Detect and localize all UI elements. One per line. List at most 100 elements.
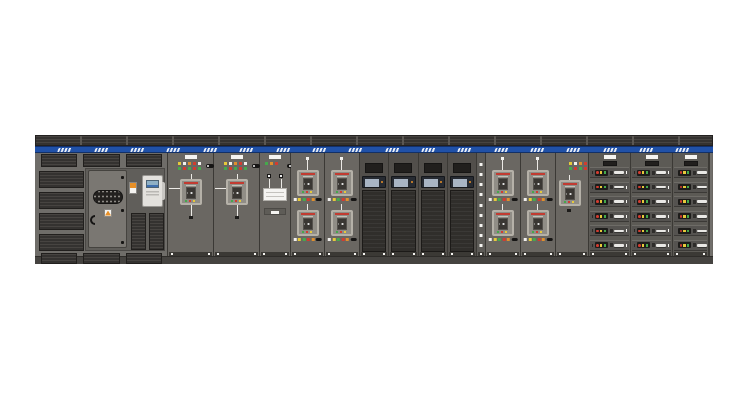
mcc-bucket [632,240,671,251]
breaker-handle [610,214,624,218]
breaker-handle [693,214,707,218]
bucket-lights [637,170,650,176]
indicator-lights [524,238,553,241]
drive-door [362,190,386,252]
mcc-bucket-stack [632,167,671,251]
mcc-bucket [590,211,629,222]
indicator-lights [489,198,518,201]
instrument-icon [279,174,283,178]
indicator-lights [293,238,322,241]
cabinet-door [88,170,127,248]
vent-slot-icon [424,163,442,173]
selector-switch [206,164,214,168]
breaker-handle [693,243,707,247]
mcc-bucket [590,167,629,178]
mcc-bucket [632,167,671,178]
clamp-icon [480,193,483,196]
display-screen [365,179,379,187]
clamp-icon [480,173,483,176]
breaker-handle [693,200,707,204]
drive-door [450,190,474,252]
brand-band [35,146,713,153]
vent-grille-icon [126,253,162,264]
mcc-bucket [674,240,707,251]
indicator-lights [328,198,357,201]
mimic-line [237,205,238,216]
breaker-handle [652,200,666,204]
mcc-bucket [632,211,671,222]
bucket-lights [678,228,691,234]
latch-icon [592,215,593,218]
mcc-column-3 [673,153,709,264]
air-circuit-breaker [226,179,248,205]
cabinet-lower-grilles [131,213,164,250]
bucket-lights [637,184,650,190]
feeder-bay-2 [325,153,360,264]
vent-slot-icon [394,163,412,173]
aux-device [129,182,137,194]
feeder-bay-3 [486,153,521,264]
drive-bay [389,153,418,264]
bucket-lights [595,228,608,234]
mcc-bucket [632,225,671,236]
vent-slot-icon [365,163,383,173]
label-tag [668,186,669,189]
vent-grille-icon [149,213,164,250]
bay-row [35,153,713,264]
bucket-lights [595,199,608,205]
small-panel [264,208,286,215]
vent-slot-icon [453,163,471,173]
bucket-lights [637,199,650,205]
breaker-handle [693,229,707,233]
mimic-terminal [235,216,239,219]
air-circuit-breaker [527,170,549,196]
latch-icon [592,200,593,203]
bucket-lights [678,213,691,219]
label-tag [626,200,627,203]
label-tag [668,200,669,203]
bucket-lights [595,242,608,248]
instrument-icon [267,174,271,178]
vent-grille-icon [41,154,77,167]
mcc-bucket [590,196,629,207]
mcc-bucket [674,225,707,236]
latch-icon [592,229,593,232]
breaker-bay-2 [214,153,260,264]
metering-device [263,188,287,201]
bucket-lights [637,242,650,248]
brand-logo-icon [530,148,544,152]
breaker-handle [610,229,624,233]
hinge-icon [121,241,124,244]
mcc-bucket [590,240,629,251]
drive-display [391,176,415,188]
air-circuit-breaker [180,179,202,205]
drive-bay [360,153,389,264]
air-circuit-breaker [559,180,581,206]
indicator-lights [524,198,553,201]
mcc-column-1 [589,153,631,264]
status-led [381,181,383,183]
mcc-bucket [590,225,629,236]
clamp-icon [480,234,483,237]
vent-grille-icon [126,154,162,167]
connector-vent-icon [93,190,123,204]
breaker-bay-1 [168,153,214,264]
breaker-handle [693,171,707,175]
power-meter [142,175,163,207]
label-tag [626,244,627,247]
mcc-column-2 [631,153,673,264]
latch-icon [634,171,635,174]
clamp-icon [480,214,483,217]
breaker-handle [652,171,666,175]
air-circuit-breaker [331,170,353,196]
main-cabinet [35,153,168,264]
brand-logo-icon [567,148,581,152]
bucket-lights [678,170,691,176]
drive-bay [419,153,448,264]
meter-screen [146,180,159,188]
label-tag [626,229,627,232]
air-circuit-breaker [492,170,514,196]
brand-logo-icon [312,148,326,152]
mimic-line [537,159,538,170]
brand-logo-icon [494,148,508,152]
